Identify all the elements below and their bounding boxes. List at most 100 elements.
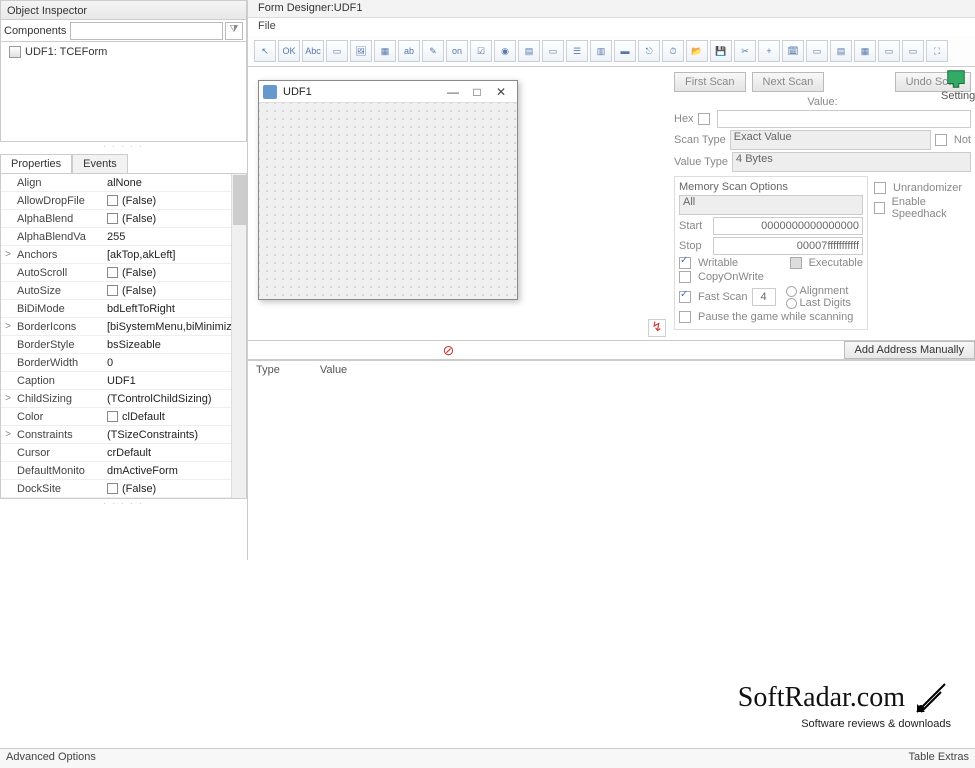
copyonwrite-checkbox[interactable] bbox=[679, 271, 691, 283]
start-input[interactable] bbox=[713, 217, 863, 235]
paintbox-icon[interactable]: + bbox=[758, 40, 780, 62]
property-row[interactable]: ColorclDefault bbox=[1, 408, 246, 426]
address-list[interactable]: Type Value bbox=[248, 360, 975, 730]
hex-checkbox[interactable] bbox=[698, 113, 710, 125]
col-value[interactable]: Value bbox=[320, 364, 347, 376]
tree-item[interactable]: UDF1: TCEForm bbox=[9, 46, 238, 58]
scrollbar[interactable] bbox=[231, 174, 246, 498]
timer-icon[interactable]: ⏱ bbox=[662, 40, 684, 62]
property-value[interactable]: (False) bbox=[105, 195, 246, 207]
label-icon[interactable]: Abc bbox=[302, 40, 324, 62]
property-value[interactable]: 255 bbox=[105, 231, 246, 243]
component-tree[interactable]: UDF1: TCEForm bbox=[0, 42, 247, 142]
pausegame-checkbox[interactable] bbox=[679, 311, 691, 323]
property-row[interactable]: AllowDropFile(False) bbox=[1, 192, 246, 210]
property-grid[interactable]: AlignalNoneAllowDropFile(False)AlphaBlen… bbox=[0, 174, 247, 499]
property-value[interactable]: [akTop,akLeft] bbox=[105, 249, 246, 261]
property-row[interactable]: AlphaBlend(False) bbox=[1, 210, 246, 228]
next-scan-button[interactable]: Next Scan bbox=[752, 72, 825, 92]
misc-icon[interactable]: ⛶ bbox=[926, 40, 948, 62]
stop-icon[interactable]: ⊘ bbox=[443, 342, 455, 359]
treeview-icon[interactable]: ▥ bbox=[590, 40, 612, 62]
expand-icon[interactable]: > bbox=[1, 249, 15, 260]
tab-properties[interactable]: Properties bbox=[0, 154, 72, 173]
property-value[interactable]: (False) bbox=[105, 285, 246, 297]
opendialog-icon[interactable]: 📂 bbox=[686, 40, 708, 62]
combo-icon[interactable]: ▭ bbox=[542, 40, 564, 62]
splitter[interactable]: · · · · · bbox=[0, 142, 247, 150]
menu-file[interactable]: File bbox=[258, 20, 276, 32]
property-row[interactable]: >Anchors[akTop,akLeft] bbox=[1, 246, 246, 264]
property-row[interactable]: BorderWidth0 bbox=[1, 354, 246, 372]
pointer-icon[interactable]: ↖ bbox=[254, 40, 276, 62]
progress-icon[interactable]: ▬ bbox=[614, 40, 636, 62]
property-value[interactable]: clDefault bbox=[105, 411, 246, 423]
property-value[interactable]: [biSystemMenu,biMinimize,biM bbox=[105, 321, 246, 333]
property-value[interactable]: alNone bbox=[105, 177, 246, 189]
panel-icon[interactable]: ▭ bbox=[326, 40, 348, 62]
property-value[interactable]: UDF1 bbox=[105, 375, 246, 387]
status-right[interactable]: Table Extras bbox=[908, 751, 969, 766]
attach-icon[interactable]: ↯ bbox=[648, 319, 666, 337]
property-row[interactable]: >BorderIcons[biSystemMenu,biMinimize,biM bbox=[1, 318, 246, 336]
property-row[interactable]: DockSite(False) bbox=[1, 480, 246, 498]
col-type[interactable]: Type bbox=[256, 364, 280, 376]
property-row[interactable]: CaptionUDF1 bbox=[1, 372, 246, 390]
memo-icon[interactable]: ✎ bbox=[422, 40, 444, 62]
fastscan-checkbox[interactable] bbox=[679, 291, 691, 303]
property-row[interactable]: >ChildSizing(TControlChildSizing) bbox=[1, 390, 246, 408]
statusbar-icon[interactable]: ▭ bbox=[878, 40, 900, 62]
components-input[interactable] bbox=[70, 22, 223, 40]
property-row[interactable]: CursorcrDefault bbox=[1, 444, 246, 462]
checkbox-icon[interactable] bbox=[107, 267, 118, 278]
property-row[interactable]: AlphaBlendVa255 bbox=[1, 228, 246, 246]
status-left[interactable]: Advanced Options bbox=[6, 751, 96, 766]
stop-input[interactable] bbox=[713, 237, 863, 255]
splitter[interactable]: · · · · · bbox=[0, 499, 247, 507]
tab-events[interactable]: Events bbox=[72, 154, 128, 173]
fastscan-value[interactable] bbox=[752, 288, 776, 306]
scan-type-select[interactable]: Exact Value bbox=[730, 130, 931, 150]
property-value[interactable]: 0 bbox=[105, 357, 246, 369]
property-value[interactable]: (TControlChildSizing) bbox=[105, 393, 246, 405]
checkbox-icon[interactable] bbox=[107, 411, 118, 422]
property-value[interactable]: crDefault bbox=[105, 447, 246, 459]
expand-icon[interactable]: > bbox=[1, 321, 15, 332]
lastdigits-radio[interactable] bbox=[786, 298, 797, 309]
unrandomizer-checkbox[interactable] bbox=[874, 182, 886, 194]
splitter-icon[interactable]: ✂ bbox=[734, 40, 756, 62]
scroll-thumb[interactable] bbox=[233, 175, 246, 225]
property-value[interactable]: (False) bbox=[105, 483, 246, 495]
trackbar-icon[interactable]: ⎋ bbox=[638, 40, 660, 62]
property-value[interactable]: (TSizeConstraints) bbox=[105, 429, 246, 441]
chart-icon[interactable]: ▭ bbox=[902, 40, 924, 62]
listview-icon[interactable]: ☰ bbox=[566, 40, 588, 62]
savedialog-icon[interactable]: 💾 bbox=[710, 40, 732, 62]
checkbox-icon[interactable] bbox=[107, 483, 118, 494]
checkbox-icon[interactable] bbox=[107, 213, 118, 224]
add-address-button[interactable]: Add Address Manually bbox=[844, 341, 975, 359]
property-row[interactable]: >Constraints(TSizeConstraints) bbox=[1, 426, 246, 444]
property-value[interactable]: bsSizeable bbox=[105, 339, 246, 351]
property-row[interactable]: DefaultMonitodmActiveForm bbox=[1, 462, 246, 480]
close-button[interactable]: ✕ bbox=[489, 85, 513, 99]
expand-icon[interactable]: > bbox=[1, 429, 15, 440]
edit-icon[interactable]: ab bbox=[398, 40, 420, 62]
not-checkbox[interactable] bbox=[935, 134, 947, 146]
mso-range-select[interactable]: All bbox=[679, 195, 863, 215]
pagecontrol-icon[interactable]: ▭ bbox=[806, 40, 828, 62]
value-input[interactable] bbox=[717, 110, 971, 128]
tabsheet-icon[interactable]: ▤ bbox=[830, 40, 852, 62]
property-row[interactable]: BorderStylebsSizeable bbox=[1, 336, 246, 354]
value-type-select[interactable]: 4 Bytes bbox=[732, 152, 971, 172]
checkbox-icon[interactable] bbox=[107, 195, 118, 206]
design-form-window[interactable]: UDF1 — □ ✕ bbox=[258, 80, 518, 300]
groupbox-icon[interactable]: ▦ bbox=[374, 40, 396, 62]
property-row[interactable]: AutoScroll(False) bbox=[1, 264, 246, 282]
property-row[interactable]: AlignalNone bbox=[1, 174, 246, 192]
property-row[interactable]: BiDiModebdLeftToRight bbox=[1, 300, 246, 318]
button-icon[interactable]: OK bbox=[278, 40, 300, 62]
checkbox-icon[interactable]: ☑ bbox=[470, 40, 492, 62]
property-value[interactable]: (False) bbox=[105, 213, 246, 225]
design-form-titlebar[interactable]: UDF1 — □ ✕ bbox=[259, 81, 517, 103]
